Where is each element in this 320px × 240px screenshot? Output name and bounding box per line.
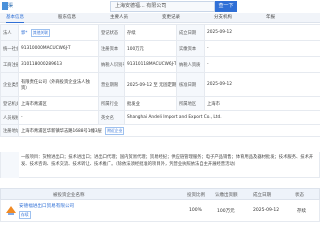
tab-personnel[interactable]: 主要人员 (110, 13, 128, 23)
business-scope: 一般项目：货物进出口；技术进出口；进出口代理；国内贸易代理；贸易经纪；供应链管理… (0, 152, 320, 178)
reg-no-label: 工商注册号 (0, 56, 19, 73)
term-label: 营业期限 (98, 72, 125, 97)
table-row[interactable]: 安德福进出口贸易有限公司 存续 100% 100万元 2025-09-12 存续 (0, 200, 320, 222)
approve-value: 2025-09-12 (203, 72, 320, 97)
company-info-table: 法人 郭* 其他关联 登记状态 存续 成立日期 2025-09-12 统一社会信… (0, 24, 320, 137)
legal-person-cell: 郭* 其他关联 (18, 24, 99, 41)
address-value: 上海市青浦区华新镇华志路1688号1幢3层 (21, 128, 102, 134)
subsidiary-status: 存续 (297, 209, 306, 214)
legal-person-tag[interactable]: 其他关联 (30, 28, 51, 37)
qual-value: - (203, 56, 320, 73)
tab-branches[interactable]: 分支机构 (214, 13, 232, 23)
industry-value: 批发业 (124, 96, 177, 111)
region-label: 所属地区 (176, 96, 205, 111)
subsidiary-date: 2025-09-12 (253, 208, 280, 213)
col-date: 成立日期 (253, 193, 271, 198)
investments-header: 被投资企业名称 投资比例 认缴出资额 成立日期 状态 (0, 188, 320, 200)
scope-label-cell (1, 152, 19, 178)
subsidiary-ratio: 100% (189, 208, 202, 213)
address-cell: 上海市青浦区华新镇华志路1688号1幢3层 附近企业 (17, 124, 320, 137)
tab-bar: 基本信息 股东信息 主要人员 变更记录 分支机构 年报 (0, 13, 320, 23)
approve-label: 核准日期 (176, 72, 205, 97)
credit-value: 91310000MACUCW6J-T (18, 40, 99, 57)
reg-date-value: 2025-09-12 (203, 24, 320, 41)
search-input[interactable]: 上海安德福... 有限公司 (110, 1, 215, 12)
staff-label: 人员规模 (0, 110, 19, 125)
capital-label: 注册资本 (98, 40, 125, 57)
type-label: 企业类型 (0, 72, 19, 97)
term-value: 2025-09-12 至 无固定期限 (124, 72, 177, 97)
subsidiary-amount: 100万元 (217, 209, 235, 214)
brand-text: 渠 (8, 3, 14, 9)
status-value: 存续 (124, 24, 177, 41)
reg-no-value: 310118000289613 (18, 56, 99, 73)
tax-value: 91310118MACUCW6J-T (124, 56, 177, 73)
tax-label: 纳税人识别号 (98, 56, 125, 73)
subsidiary-status-tag: 存续 (19, 211, 31, 219)
staff-value: - (18, 110, 99, 125)
paidin-label: 实缴资本 (176, 40, 205, 57)
nearby-companies-link[interactable]: 附近企业 (105, 126, 125, 135)
tab-changes[interactable]: 变更记录 (162, 13, 180, 23)
tab-basic-info[interactable]: 基本信息 (6, 13, 24, 23)
credit-label: 统一社会信用代码 (0, 40, 19, 57)
qual-label: 纳税人资质 (176, 56, 205, 73)
col-company-name: 被投资企业名称 (53, 193, 85, 198)
status-label: 登记状态 (98, 24, 125, 41)
subsidiary-name-link[interactable]: 安德福进出口贸易有限公司 (19, 203, 74, 209)
top-bar: 渠 上海安德福... 有限公司 查一下 (0, 0, 320, 14)
en-name-label: 英文名 (98, 110, 125, 125)
address-label: 注册地址 (0, 124, 19, 137)
col-status: 状态 (295, 193, 304, 198)
tab-annual-report[interactable]: 年报 (266, 13, 275, 23)
authority-label: 登记机关 (0, 96, 19, 111)
paidin-value: - (203, 40, 320, 57)
type-value: 有限责任公司（外商投资企业法人独资） (18, 72, 99, 97)
tab-shareholders[interactable]: 股东信息 (58, 13, 76, 23)
col-ratio: 投资比例 (187, 193, 205, 198)
company-logo-icon (6, 206, 16, 215)
authority-value: 上海市青浦区 (18, 96, 99, 111)
scope-text: 一般项目：货物进出口；技术进出口；进出口代理；国内贸易代理；贸易经纪；供应链管理… (21, 155, 314, 167)
col-amount: 认缴出资额 (215, 193, 238, 198)
capital-value: 100万元 (124, 40, 177, 57)
industry-label: 所属行业 (98, 96, 125, 111)
investments-section: 被投资企业名称 投资比例 认缴出资额 成立日期 状态 安德福进出口贸易有限公司 … (0, 188, 320, 240)
legal-person-label: 法人 (0, 24, 19, 41)
region-value: 上海市 (203, 96, 320, 111)
reg-date-label: 成立日期 (176, 24, 205, 41)
search-button[interactable]: 查一下 (215, 1, 237, 12)
en-name-value: Shanghai Andeli Import and Export Co., L… (123, 110, 320, 125)
legal-person-link[interactable]: 郭* (21, 31, 27, 36)
